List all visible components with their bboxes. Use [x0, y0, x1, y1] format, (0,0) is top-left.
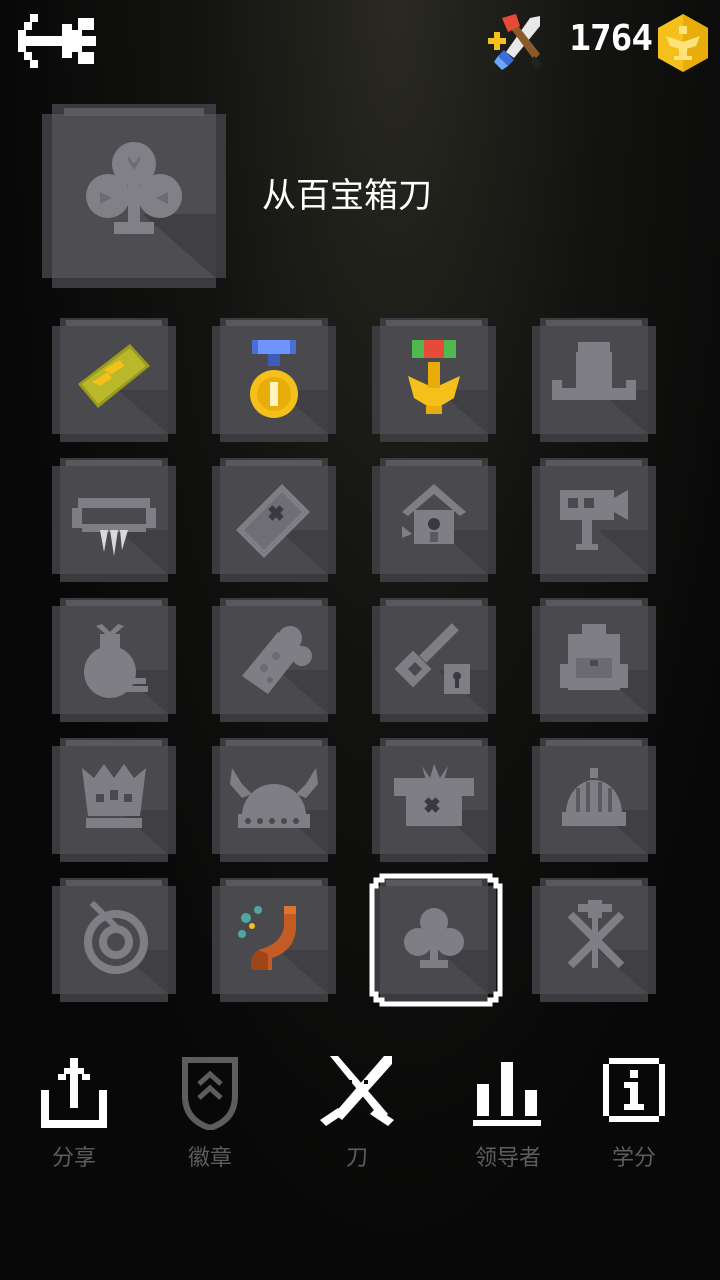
item-tile-hedgehog-helmet[interactable] — [532, 738, 656, 862]
nav-credits-label: 学分 — [611, 1146, 656, 1171]
nav-knives-label: 刀 — [345, 1146, 368, 1171]
nav-badges-label: 徽章 — [187, 1146, 232, 1171]
item-tile-witch-hat[interactable] — [532, 318, 656, 442]
leaderboard-icon — [473, 1062, 541, 1126]
item-tile-money-bag[interactable] — [52, 598, 176, 722]
knife-collection-grid — [0, 0, 720, 1010]
nav-credits[interactable]: 学分 — [574, 1040, 694, 1180]
item-tile-crossed-swords-axe[interactable] — [532, 878, 656, 1002]
item-tile-bone-necklace[interactable] — [52, 458, 176, 582]
item-tile-smoking-pipe[interactable] — [212, 878, 336, 1002]
item-tile-viking-helmet[interactable] — [212, 738, 336, 862]
item-tile-cheese-roll[interactable] — [212, 598, 336, 722]
nav-share-label: 分享 — [51, 1146, 96, 1171]
nav-leaderboard-label: 领导者 — [474, 1146, 541, 1171]
nav-badges[interactable]: 徽章 — [150, 1040, 270, 1180]
nav-share[interactable]: 分享 — [14, 1040, 134, 1180]
item-tile-eagle-medal[interactable] — [372, 318, 496, 442]
selection-frame — [369, 873, 503, 1007]
bottom-nav: 分享 徽章 刀 领导者 学分 — [0, 1040, 720, 1180]
knives-icon — [320, 1056, 394, 1126]
item-tile-crown[interactable] — [52, 738, 176, 862]
gold-medal-icon — [250, 340, 298, 418]
item-tile-shop-stall[interactable] — [372, 738, 496, 862]
nav-knives[interactable]: 刀 — [297, 1040, 417, 1180]
nav-leaderboard[interactable]: 领导者 — [448, 1040, 568, 1180]
info-icon — [603, 1058, 665, 1122]
item-tile-treasure-map[interactable] — [212, 458, 336, 582]
item-tile-birdhouse[interactable] — [372, 458, 496, 582]
item-tile-key-lock[interactable] — [372, 598, 496, 722]
share-icon — [41, 1058, 107, 1128]
item-tile-target-dart[interactable] — [52, 878, 176, 1002]
item-tile-sergeant-ticket[interactable] — [52, 318, 176, 442]
item-tile-gold-medal[interactable] — [212, 318, 336, 442]
badge-icon — [182, 1057, 238, 1130]
item-tile-backpack[interactable] — [532, 598, 656, 722]
item-tile-video-camera[interactable] — [532, 458, 656, 582]
